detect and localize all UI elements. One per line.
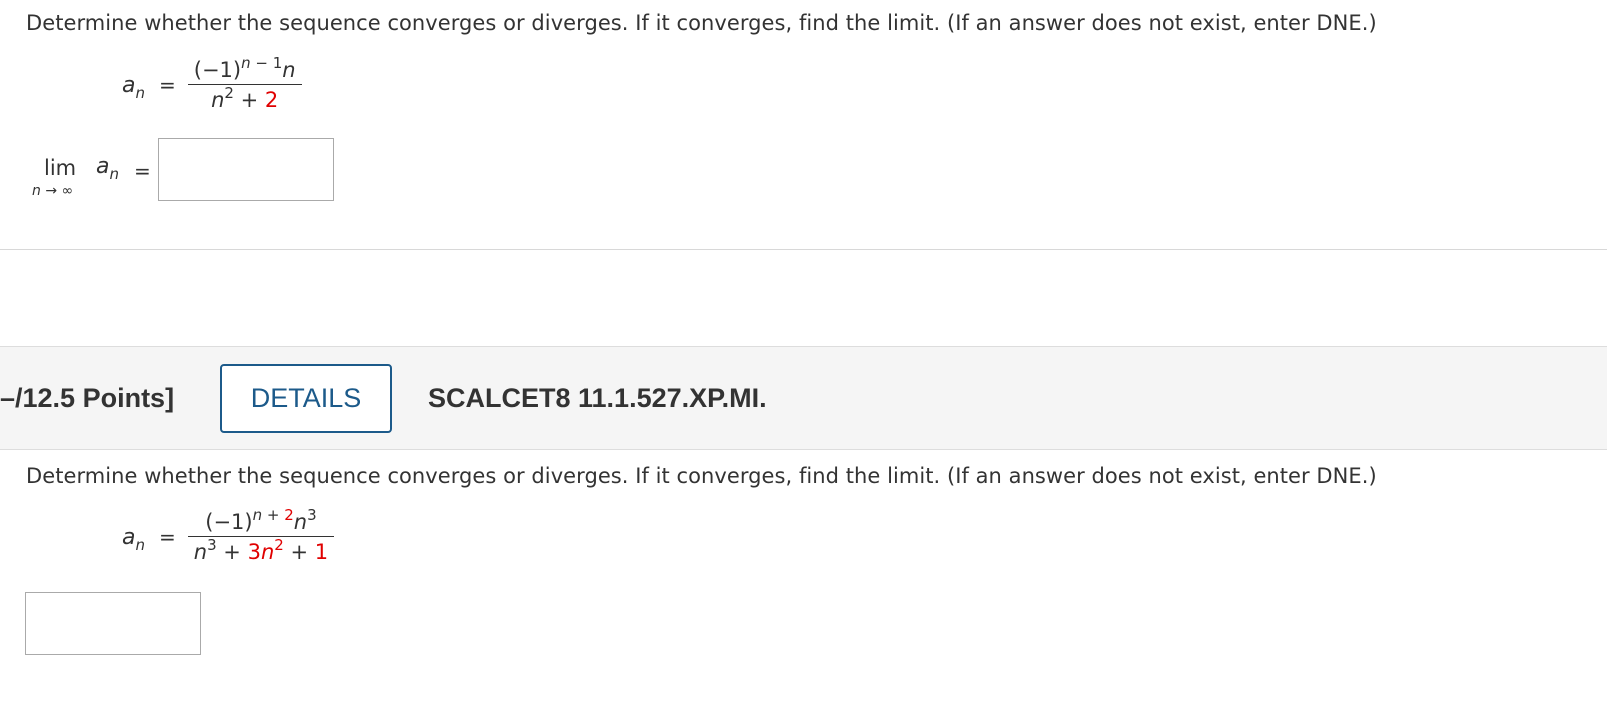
question-2-answer-input[interactable]: [25, 592, 201, 655]
numerator-tail-var: n: [293, 510, 308, 534]
exponent-constant: 2: [284, 506, 294, 524]
limit-var: an: [96, 154, 119, 183]
question-2-formula: an = (−1)n + 2n3 n3 + 3n2 + 1: [122, 506, 335, 564]
plus-sign: +: [233, 88, 265, 112]
plus-sign: +: [216, 540, 248, 564]
sequence-var-subscript: n: [135, 535, 145, 554]
lim-subscript: n → ∞: [32, 183, 74, 199]
denominator-coefficient: 3: [247, 540, 261, 564]
page: Determine whether the sequence converges…: [0, 0, 1607, 703]
question-id: SCALCET8 11.1.527.XP.MI.: [428, 383, 767, 413]
details-button[interactable]: DETAILS: [220, 364, 392, 433]
numerator: (−1)n + 2n3: [199, 506, 322, 536]
question-1-formula: an = (−1)n − 1n n2 + 2: [122, 54, 302, 112]
fraction: (−1)n + 2n3 n3 + 3n2 + 1: [187, 506, 335, 564]
limit-equals: =: [134, 159, 151, 183]
formula-lhs: an: [122, 524, 145, 554]
equals-sign: =: [159, 525, 176, 549]
numerator-base: (−1): [205, 510, 253, 534]
lim-word: lim: [44, 156, 77, 180]
exponent-var: n: [252, 506, 263, 524]
question-2-instruction: Determine whether the sequence converges…: [26, 464, 1377, 488]
exponent-plus: +: [262, 506, 285, 524]
denominator-exponent: 2: [224, 84, 234, 102]
denominator-var: n: [193, 540, 208, 564]
section-divider: [0, 249, 1607, 250]
numerator-exponent: n − 1: [241, 54, 282, 72]
plus-sign: +: [283, 540, 315, 564]
question-1-answer-input[interactable]: [158, 138, 334, 201]
formula-lhs: an: [122, 72, 145, 102]
denominator-constant: 1: [314, 540, 329, 564]
sequence-var: a: [122, 72, 136, 98]
question-2-header: –/12.5 Points] DETAILS SCALCET8 11.1.527…: [0, 346, 1607, 450]
numerator-tail: n: [282, 58, 296, 82]
points-label: –/12.5 Points]: [0, 383, 175, 413]
exponent-var: n: [241, 54, 251, 72]
sequence-var: a: [122, 524, 136, 550]
exponent-rest: − 1: [250, 54, 283, 72]
sequence-var-subscript: n: [135, 83, 145, 102]
denominator: n3 + 3n2 + 1: [188, 536, 334, 564]
denominator-exponent: 3: [207, 536, 217, 554]
limit-var-subscript: n: [109, 165, 119, 183]
fraction: (−1)n − 1n n2 + 2: [187, 54, 302, 112]
denominator-exponent-2: 2: [274, 536, 284, 554]
denominator-constant: 2: [264, 88, 279, 112]
denominator-var: n: [211, 88, 225, 112]
limit-var-letter: a: [96, 154, 110, 179]
numerator-exponent: n + 2: [253, 506, 294, 524]
numerator-tail-exponent: 3: [307, 506, 317, 524]
denominator: n2 + 2: [205, 84, 284, 112]
denominator-var-2: n: [260, 540, 275, 564]
question-1-instruction: Determine whether the sequence converges…: [26, 11, 1377, 35]
numerator: (−1)n − 1n: [188, 54, 302, 84]
equals-sign: =: [159, 73, 176, 97]
numerator-base: (−1): [193, 58, 242, 82]
